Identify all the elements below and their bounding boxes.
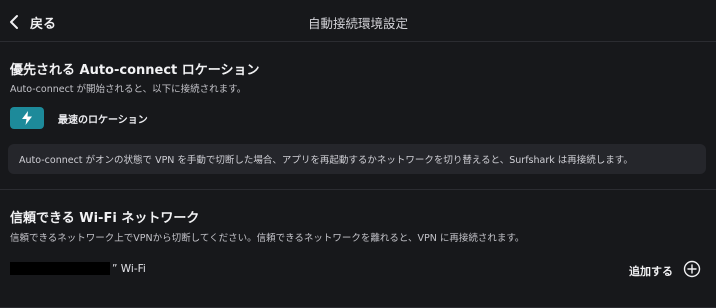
fastest-location-option[interactable]: 最速のロケーション <box>10 107 148 129</box>
redacted-network-name <box>10 262 110 275</box>
trusted-wifi-title: 信頼できる Wi-Fi ネットワーク <box>10 211 200 226</box>
trusted-wifi-description: 信頼できるネットワーク上でVPNから切断してください。信頼できるネットワークを離… <box>10 233 525 244</box>
trusted-wifi-section: 信頼できる Wi-Fi ネットワーク 信頼できるネットワーク上でVPNから切断し… <box>0 190 716 308</box>
plus-circle-icon <box>683 260 701 282</box>
top-bar: 戻る 自動接続環境設定 <box>0 0 716 42</box>
location-label: 最速のロケーション <box>58 114 148 126</box>
page-title: 自動接続環境設定 <box>307 16 408 31</box>
info-message: Auto-connect がオンの状態で VPN を手動で切断した場合、アプリを… <box>8 144 706 174</box>
wifi-network-row: ” Wi-Fi <box>10 262 146 275</box>
add-network-label: 追加する <box>629 265 673 278</box>
preferred-location-title: 優先される Auto-connect ロケーション <box>10 63 260 78</box>
auto-connect-preferences-window: 戻る 自動接続環境設定 優先される Auto-connect ロケーション Au… <box>0 0 716 308</box>
preferred-location-section: 優先される Auto-connect ロケーション Auto-connect が… <box>0 42 716 190</box>
add-network-button[interactable]: 追加する <box>629 260 701 282</box>
preferred-location-description: Auto-connect が開始されると、以下に接続されます。 <box>10 84 247 95</box>
lightning-bolt-icon <box>10 107 44 129</box>
network-name-suffix: ” Wi-Fi <box>112 262 146 275</box>
